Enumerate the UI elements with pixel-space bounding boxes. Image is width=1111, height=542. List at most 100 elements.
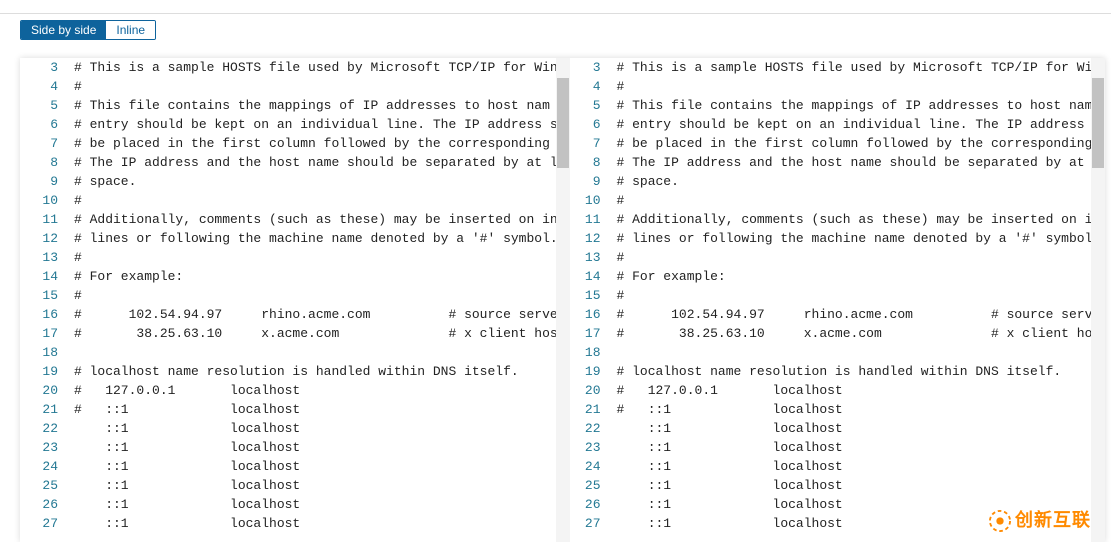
code-line[interactable]: 17# 38.25.63.10 x.acme.com # x client ho…	[563, 324, 1106, 343]
code-line[interactable]: 25 ::1 localhost	[20, 476, 563, 495]
code-line[interactable]: 21# ::1 localhost	[20, 400, 563, 419]
right-scrollbar[interactable]	[1091, 58, 1105, 542]
line-text: # This is a sample HOSTS file used by Mi…	[607, 58, 1106, 77]
line-text: #	[607, 286, 1106, 305]
line-number: 24	[20, 457, 64, 476]
line-text: # 102.54.94.97 rhino.acme.com # source s…	[607, 305, 1106, 324]
line-number: 17	[563, 324, 607, 343]
line-text: # lines or following the machine name de…	[607, 229, 1106, 248]
line-number: 15	[563, 286, 607, 305]
code-line[interactable]: 8# The IP address and the host name shou…	[20, 153, 563, 172]
line-number: 17	[20, 324, 64, 343]
diff-view-toggle: Side by side Inline	[20, 20, 156, 40]
code-line[interactable]: 19# localhost name resolution is handled…	[563, 362, 1106, 381]
code-line[interactable]: 24 ::1 localhost	[563, 457, 1106, 476]
code-line[interactable]: 20# 127.0.0.1 localhost	[20, 381, 563, 400]
line-number: 23	[563, 438, 607, 457]
code-line[interactable]: 4#	[20, 77, 563, 96]
line-text: ::1 localhost	[64, 495, 563, 514]
line-number: 4	[20, 77, 64, 96]
scrollbar-thumb[interactable]	[1092, 78, 1104, 168]
line-text: ::1 localhost	[64, 514, 563, 533]
line-text: ::1 localhost	[607, 457, 1106, 476]
code-line[interactable]: 27 ::1 localhost	[20, 514, 563, 533]
line-text: # 102.54.94.97 rhino.acme.com # source s…	[64, 305, 563, 324]
line-number: 12	[563, 229, 607, 248]
code-line[interactable]: 9# space.	[20, 172, 563, 191]
code-line[interactable]: 3# This is a sample HOSTS file used by M…	[563, 58, 1106, 77]
code-line[interactable]: 9# space.	[563, 172, 1106, 191]
code-line[interactable]: 12# lines or following the machine name …	[563, 229, 1106, 248]
line-text: # This is a sample HOSTS file used by Mi…	[64, 58, 563, 77]
inline-button[interactable]: Inline	[106, 21, 155, 39]
line-number: 3	[563, 58, 607, 77]
line-number: 11	[20, 210, 64, 229]
code-line[interactable]: 4#	[563, 77, 1106, 96]
line-number: 26	[563, 495, 607, 514]
code-line[interactable]: 16# 102.54.94.97 rhino.acme.com # source…	[20, 305, 563, 324]
code-line[interactable]: 6# entry should be kept on an individual…	[563, 115, 1106, 134]
line-text: ::1 localhost	[607, 476, 1106, 495]
code-line[interactable]: 17# 38.25.63.10 x.acme.com # x client ho…	[20, 324, 563, 343]
line-number: 4	[563, 77, 607, 96]
line-number: 22	[563, 419, 607, 438]
line-text: # 127.0.0.1 localhost	[607, 381, 1106, 400]
line-number: 5	[563, 96, 607, 115]
code-line[interactable]: 13#	[20, 248, 563, 267]
code-line[interactable]: 23 ::1 localhost	[563, 438, 1106, 457]
line-text: # localhost name resolution is handled w…	[607, 362, 1106, 381]
code-line[interactable]: 3# This is a sample HOSTS file used by M…	[20, 58, 563, 77]
code-line[interactable]: 10#	[563, 191, 1106, 210]
line-text: # ::1 localhost	[607, 400, 1106, 419]
code-line[interactable]: 7# be placed in the first column followe…	[563, 134, 1106, 153]
code-line[interactable]: 25 ::1 localhost	[563, 476, 1106, 495]
code-line[interactable]: 14# For example:	[563, 267, 1106, 286]
code-line[interactable]: 26 ::1 localhost	[20, 495, 563, 514]
code-line[interactable]: 12# lines or following the machine name …	[20, 229, 563, 248]
diff-left-pane[interactable]: 3# This is a sample HOSTS file used by M…	[20, 58, 563, 542]
code-line[interactable]: 14# For example:	[20, 267, 563, 286]
code-line[interactable]: 8# The IP address and the host name shou…	[563, 153, 1106, 172]
line-number: 21	[563, 400, 607, 419]
side-by-side-button[interactable]: Side by side	[21, 21, 106, 39]
line-number: 25	[20, 476, 64, 495]
code-line[interactable]: 15#	[20, 286, 563, 305]
code-line[interactable]: 16# 102.54.94.97 rhino.acme.com # source…	[563, 305, 1106, 324]
line-text: ::1 localhost	[64, 476, 563, 495]
line-text: # This file contains the mappings of IP …	[64, 96, 563, 115]
code-line[interactable]: 13#	[563, 248, 1106, 267]
line-number: 18	[563, 343, 607, 362]
line-number: 7	[20, 134, 64, 153]
code-line[interactable]: 5# This file contains the mappings of IP…	[20, 96, 563, 115]
line-text: #	[64, 248, 563, 267]
code-line[interactable]: 22 ::1 localhost	[20, 419, 563, 438]
line-text: # 38.25.63.10 x.acme.com # x client hos	[607, 324, 1106, 343]
code-line[interactable]: 7# be placed in the first column followe…	[20, 134, 563, 153]
code-line[interactable]: 18	[20, 343, 563, 362]
line-text: # 127.0.0.1 localhost	[64, 381, 563, 400]
line-text: ::1 localhost	[64, 457, 563, 476]
code-line[interactable]: 24 ::1 localhost	[20, 457, 563, 476]
code-line[interactable]: 11# Additionally, comments (such as thes…	[20, 210, 563, 229]
code-line[interactable]: 18	[563, 343, 1106, 362]
code-line[interactable]: 20# 127.0.0.1 localhost	[563, 381, 1106, 400]
line-text: # be placed in the first column followed…	[607, 134, 1106, 153]
code-line[interactable]: 27 ::1 localhost	[563, 514, 1106, 533]
line-text: # space.	[607, 172, 1106, 191]
code-line[interactable]: 19# localhost name resolution is handled…	[20, 362, 563, 381]
code-line[interactable]: 11# Additionally, comments (such as thes…	[563, 210, 1106, 229]
window-top-border	[0, 0, 1111, 14]
code-line[interactable]: 15#	[563, 286, 1106, 305]
code-line[interactable]: 21# ::1 localhost	[563, 400, 1106, 419]
diff-right-pane[interactable]: 3# This is a sample HOSTS file used by M…	[563, 58, 1106, 542]
line-number: 21	[20, 400, 64, 419]
code-line[interactable]: 22 ::1 localhost	[563, 419, 1106, 438]
code-line[interactable]: 23 ::1 localhost	[20, 438, 563, 457]
code-line[interactable]: 5# This file contains the mappings of IP…	[563, 96, 1106, 115]
code-line[interactable]: 6# entry should be kept on an individual…	[20, 115, 563, 134]
line-number: 20	[20, 381, 64, 400]
code-line[interactable]: 10#	[20, 191, 563, 210]
diff-view-toolbar: Side by side Inline	[0, 14, 1111, 46]
code-line[interactable]: 26 ::1 localhost	[563, 495, 1106, 514]
line-number: 16	[20, 305, 64, 324]
